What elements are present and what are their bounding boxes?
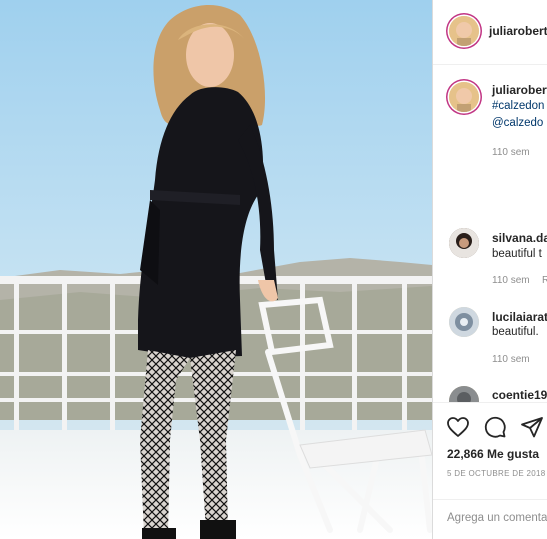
likes-count[interactable]: 22,866 Me gusta xyxy=(447,447,539,461)
comment-avatar[interactable] xyxy=(449,307,479,337)
share-icon[interactable] xyxy=(520,415,544,439)
comment-time: 110 sem xyxy=(492,275,530,286)
caption-username[interactable]: juliaroberts xyxy=(492,83,547,97)
comment-text: beautiful. xyxy=(492,326,539,338)
caption-time: 110 sem xyxy=(492,147,530,158)
add-comment-field[interactable]: Agrega un comentario... xyxy=(433,499,547,539)
comment-text: beautiful t xyxy=(492,248,542,260)
comment-username[interactable]: lucilaiarat xyxy=(492,310,547,324)
caption-mention[interactable]: @calzedo xyxy=(492,117,543,129)
comment-avatar[interactable] xyxy=(449,228,479,258)
comment-username[interactable]: silvana.da xyxy=(492,231,547,245)
add-comment-placeholder: Agrega un comentario... xyxy=(447,512,547,524)
post-image xyxy=(0,0,432,539)
comment-time: 110 sem xyxy=(492,354,530,365)
caption-avatar[interactable] xyxy=(449,82,479,112)
post-side-panel: juliaroberts juliaroberts #calzedon @cal… xyxy=(432,0,547,539)
author-avatar[interactable] xyxy=(449,16,479,46)
post-date: 5 DE OCTUBRE DE 2018 xyxy=(447,469,546,478)
post-photo[interactable] xyxy=(0,0,432,539)
heart-icon[interactable] xyxy=(446,415,470,439)
post-actions: 22,866 Me gusta 5 DE OCTUBRE DE 2018 Agr… xyxy=(433,402,547,539)
comment-icon[interactable] xyxy=(483,415,507,439)
caption-hashtag[interactable]: #calzedon xyxy=(492,100,544,112)
comment-username[interactable]: coentie19 xyxy=(492,388,547,402)
post-header: juliaroberts xyxy=(433,0,547,65)
reply-link[interactable]: R xyxy=(542,275,547,286)
author-username[interactable]: juliaroberts xyxy=(489,24,547,38)
